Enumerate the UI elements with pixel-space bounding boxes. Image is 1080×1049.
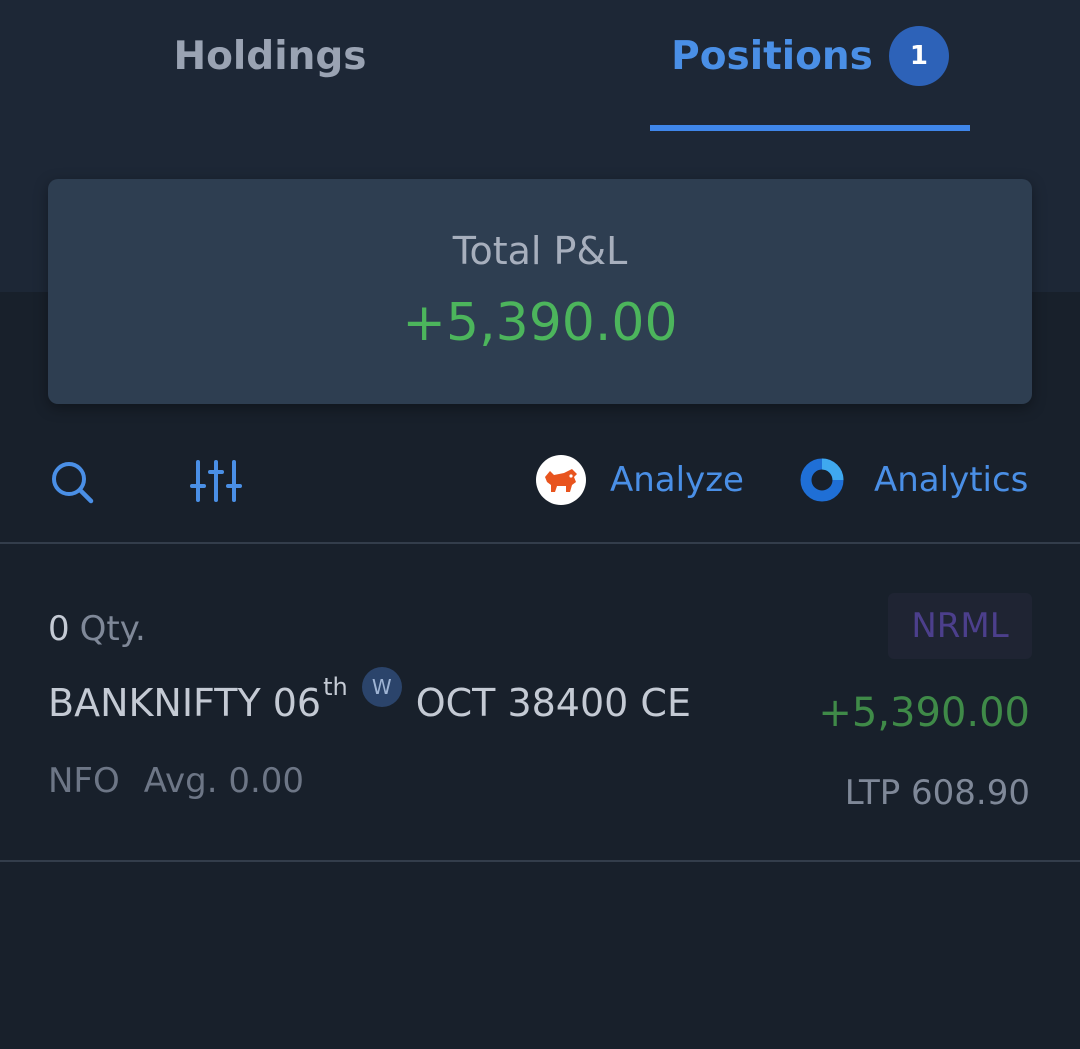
sliders-icon (190, 460, 242, 502)
position-row[interactable]: 0 Qty. NRML BANKNIFTY 06th W OCT 38400 CE +… (0, 545, 1080, 860)
tab-positions[interactable]: Positions 1 (650, 0, 970, 122)
avg-price: Avg. 0.00 (143, 761, 305, 801)
donut-chart-icon (800, 458, 844, 502)
total-pnl-label: Total P&L (452, 229, 628, 273)
search-icon (52, 462, 94, 504)
toolbar-divider (0, 542, 1080, 544)
instrument-symbol: BANKNIFTY 06 (48, 681, 322, 725)
instrument-contract: OCT 38400 CE (415, 681, 691, 725)
filter-button[interactable] (190, 458, 244, 504)
total-pnl-value: +5,390.00 (402, 293, 678, 353)
tab-positions-label: Positions (671, 33, 873, 79)
qty-unit: Qty. (79, 609, 146, 649)
active-tab-indicator (650, 125, 970, 131)
tab-holdings-label: Holdings (173, 33, 367, 79)
last-traded-price: LTP 608.90 (844, 773, 1030, 813)
tab-holdings[interactable]: Holdings (90, 0, 450, 122)
tab-bar: Holdings Positions 1 (0, 0, 1080, 132)
analytics-button[interactable]: Analytics (798, 454, 1028, 506)
qty-value: 0 (48, 609, 70, 649)
position-qty: 0 Qty. (48, 607, 146, 651)
analyze-button[interactable]: Analyze (536, 454, 744, 506)
product-type-badge: NRML (888, 593, 1032, 659)
position-meta: NFO Avg. 0.00 (48, 759, 304, 803)
exchange-label: NFO (48, 761, 120, 801)
position-pnl: +5,390.00 (818, 690, 1030, 736)
analytics-label: Analytics (874, 460, 1029, 500)
instrument-date-suffix: th (323, 673, 348, 701)
instrument-name: BANKNIFTY 06th W OCT 38400 CE (48, 667, 691, 733)
weekly-expiry-badge: W (361, 667, 402, 707)
bull-logo-icon (536, 455, 586, 505)
row-divider (0, 860, 1080, 862)
positions-count-badge: 1 (888, 26, 949, 86)
analyze-label: Analyze (610, 460, 744, 500)
search-button[interactable] (48, 458, 98, 508)
positions-toolbar: Analyze Analytics (0, 440, 1080, 530)
